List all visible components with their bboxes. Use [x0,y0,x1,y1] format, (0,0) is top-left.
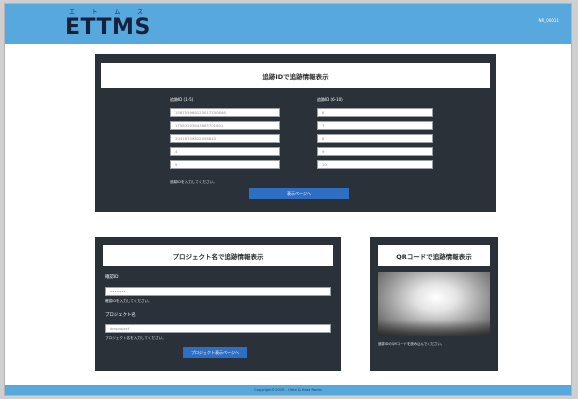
app-frame: エ ト ム ス ETTMS NR_00011 追跡IDで追跡情報表示 追跡ID … [4,3,572,396]
trace-id-input-9[interactable]: 9 [317,147,433,156]
header-bar: エ ト ム ス ETTMS NR_00011 [5,4,571,44]
qr-hint: 追跡IDのQRコードを読み込んでください。 [378,342,445,346]
trace-panel-title: 追跡IDで追跡情報表示 [101,63,490,88]
trace-id-input-1[interactable]: 158755968123017700846 [170,108,280,117]
confirm-id-label: 確認ID [105,275,119,280]
trace-id-panel: 追跡IDで追跡情報表示 追跡ID (1-5) 追跡ID (6-10) 15875… [95,54,496,212]
project-name-label: プロジェクト名 [105,313,136,318]
camera-preview-shadow [378,320,490,336]
trace-id-input-5[interactable]: 5 [170,160,280,169]
qr-panel-title: QRコードで追跡情報表示 [378,245,490,266]
trace-id-input-4[interactable]: 4 [170,147,280,156]
trace-id-input-6[interactable]: 6 [317,108,433,117]
confirm-id-hint: 確認IDを入力してください。 [105,299,152,303]
qr-camera-preview[interactable] [378,272,490,336]
project-panel-title: プロジェクト名で追跡情報表示 [103,245,333,266]
confirm-id-input[interactable]: ••••••• [105,287,331,296]
qr-panel: QRコードで追跡情報表示 追跡IDのQRコードを読み込んでください。 [370,237,498,371]
trace-right-label: 追跡ID (6-10) [317,97,343,102]
trace-id-input-7[interactable]: 7 [317,121,433,130]
trace-id-input-8[interactable]: 8 [317,134,433,143]
show-page-button[interactable]: 表示ページへ [249,188,349,199]
project-name-input[interactable]: dmproject [105,324,331,333]
footer: Copyright©2020 - Ohta & Hata Rocks [5,385,571,395]
trace-id-input-2[interactable]: 17583203643665701601 [170,121,280,130]
project-panel: プロジェクト名で追跡情報表示 確認ID ••••••• 確認IDを入力してくださ… [95,237,341,371]
trace-id-input-3[interactable]: 20478709822058840 [170,134,280,143]
project-page-button[interactable]: プロジェクト表示ページへ [183,347,247,358]
logo[interactable]: ETTMS [65,15,151,40]
user-id-label: NR_00011 [538,18,560,23]
project-name-hint: プロジェクト名を入力してください。 [105,336,166,340]
trace-left-label: 追跡ID (1-5) [170,97,194,102]
trace-id-hint: 追跡IDを入力してください。 [170,180,217,184]
copyright-text: Copyright©2020 - Ohta & Hata Rocks [254,388,322,392]
trace-id-input-10[interactable]: 10 [317,160,433,169]
